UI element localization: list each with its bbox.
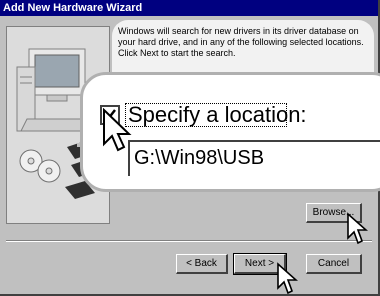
mouse-pointer-cursor-icon bbox=[103, 108, 132, 152]
button-separator bbox=[6, 240, 372, 242]
cancel-button[interactable]: Cancel bbox=[306, 254, 362, 274]
wizard-window: Add New Hardware Wizard Windows will sea… bbox=[0, 0, 380, 296]
cd-disc-icon bbox=[19, 149, 61, 183]
window-title: Add New Hardware Wizard bbox=[0, 0, 378, 16]
mouse-pointer-cursor-icon bbox=[277, 262, 298, 295]
location-input[interactable]: G:\Win98\USB bbox=[128, 140, 380, 176]
back-button[interactable]: < Back bbox=[176, 254, 228, 274]
specify-location-label[interactable]: Specify a location: bbox=[128, 100, 307, 130]
mouse-pointer-cursor-icon bbox=[347, 212, 368, 245]
description-text: Windows will search for new drivers in i… bbox=[118, 26, 364, 58]
